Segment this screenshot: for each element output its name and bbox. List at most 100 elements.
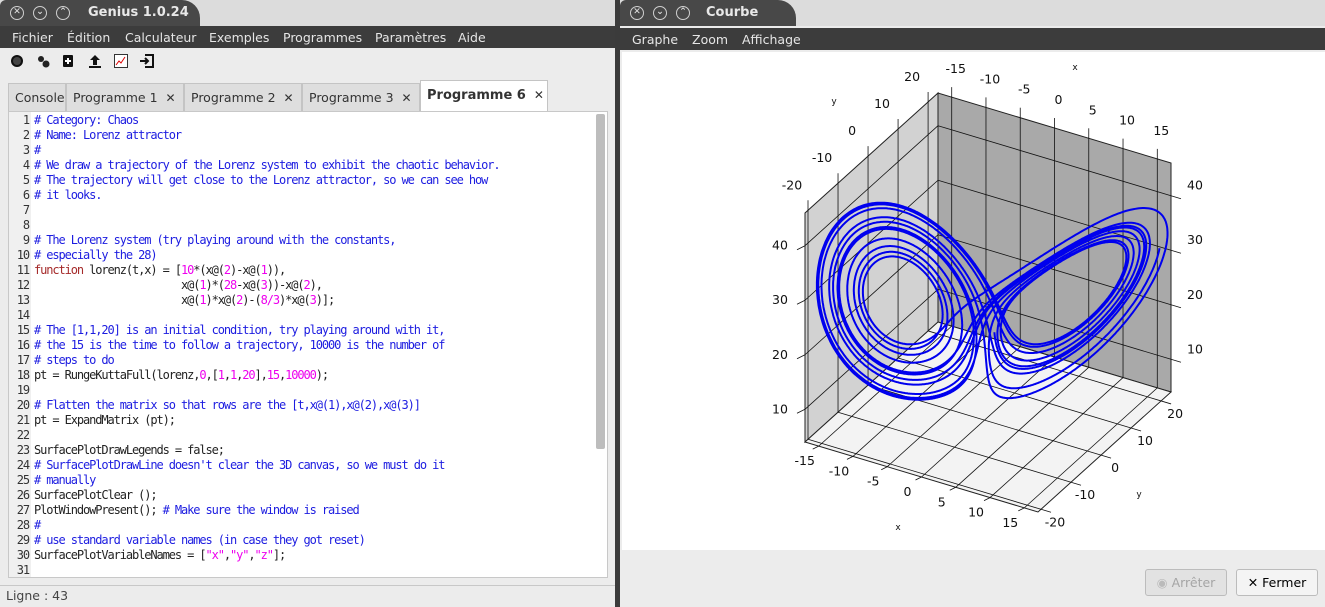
comment: # it looks. [34, 188, 102, 202]
z-tick-right [1170, 304, 1182, 309]
comment: # use standard variable names (in case t… [34, 533, 366, 547]
stop-button[interactable]: ◉ Arrêter [1145, 569, 1227, 596]
code-token: ); [315, 368, 329, 382]
menu-zoom[interactable]: Zoom [692, 32, 728, 47]
x-tick-label-top: -15 [945, 61, 965, 76]
keyword: function [34, 263, 84, 277]
y-tick-label-left: 20 [904, 69, 920, 84]
close-icon: ✕ [1247, 575, 1259, 590]
close-tab-icon[interactable]: ✕ [166, 91, 176, 105]
line-number: 27 [16, 503, 30, 517]
window-title: Courbe [706, 5, 759, 20]
minimize-window-icon[interactable]: ⌄ [33, 6, 47, 20]
tab-label: Console [15, 90, 65, 105]
menu-affichage[interactable]: Affichage [742, 32, 801, 47]
code-text: # We draw a trajectory of the Lorenz sys… [34, 158, 501, 173]
x-tick-label-top: -5 [1018, 82, 1030, 97]
code-text: SurfacePlotVariableNames = ["x","y","z"]… [34, 548, 286, 563]
code-text: # [34, 518, 41, 533]
x-tick-label-bottom: -10 [829, 463, 849, 478]
line-number: 23 [16, 443, 30, 457]
line-number: 9 [22, 233, 30, 247]
comment: # manually [34, 473, 96, 487]
lorenz-3d-plot[interactable]: -15 -15 -10 -10 -5 -5 0 0 5 5 10 10 15 15 -20 -20 -10 -10… [622, 52, 1325, 550]
string-literal: "y" [230, 548, 249, 562]
menu-calculateur[interactable]: Calculateur [125, 30, 196, 45]
line-number: 3 [22, 143, 30, 157]
y-tick-right [1160, 400, 1172, 405]
minimize-window-icon[interactable]: ⌄ [653, 6, 667, 20]
line-number: 21 [16, 413, 30, 427]
comment: # Category: Chaos [34, 113, 139, 127]
plot-icon[interactable] [113, 53, 129, 69]
menu-programmes[interactable]: Programmes [283, 30, 362, 45]
code-token: )*x@( [205, 293, 238, 307]
code-text: # the 15 is the time to follow a traject… [34, 338, 445, 353]
stop-icon[interactable] [9, 53, 25, 69]
comment: # especially the 28) [34, 248, 158, 262]
run-icon[interactable] [35, 53, 51, 69]
maximize-window-icon[interactable]: ⌃ [56, 6, 70, 20]
genius-main-window: ✕ ⌄ ⌃ Genius 1.0.24 Fichier Édition Calc… [0, 0, 615, 607]
maximize-window-icon[interactable]: ⌃ [676, 6, 690, 20]
y-tick-right [1070, 481, 1082, 486]
code-text: SurfacePlotDrawLegends = false; [34, 443, 225, 458]
z-tick-label-left: 20 [772, 347, 788, 362]
comment: # SurfacePlotDrawLine doesn't clear the … [34, 458, 445, 472]
code-text: # [34, 143, 41, 158]
tab-programme-3[interactable]: Programme 3 ✕ [302, 83, 420, 111]
tab-programme-1[interactable]: Programme 1 ✕ [66, 83, 184, 111]
x-tick-bottom [949, 486, 956, 491]
x-tick-label-bottom: 5 [938, 494, 946, 509]
number-literal: 8/3 [260, 293, 280, 307]
menu-fichier[interactable]: Fichier [12, 30, 53, 45]
code-editor[interactable]: 1 # Category: Chaos 2 # Name: Lorenz attrac… [8, 111, 608, 578]
y-tick-label-left: 10 [874, 96, 890, 111]
exit-icon[interactable] [139, 53, 155, 69]
tab-programme-6[interactable]: Programme 6 ✕ [420, 80, 548, 111]
close-window-icon[interactable]: ✕ [10, 6, 24, 20]
code-token: PlotWindowPresent(); [34, 503, 163, 517]
code-token: )]; [315, 293, 335, 307]
tab-console[interactable]: Console [8, 83, 66, 111]
menu-aide[interactable]: Aide [458, 30, 486, 45]
close-tab-icon[interactable]: ✕ [284, 91, 294, 105]
line-number: 30 [16, 548, 30, 562]
new-file-icon[interactable] [60, 53, 76, 69]
code-token: -x@( [236, 278, 262, 292]
x-axis-label-top: x [1072, 63, 1078, 73]
code-token: )*x@( [279, 293, 311, 307]
plot-area[interactable]: -15 -15 -10 -10 -5 -5 0 0 5 5 10 10 15 15 -20 -20 -10 -10… [622, 52, 1325, 550]
z-tick-label-left: 10 [772, 401, 788, 416]
z-tick-left [796, 408, 806, 414]
code-text: SurfacePlotClear (); [34, 488, 158, 503]
line-number: 18 [16, 368, 30, 382]
close-tab-icon[interactable]: ✕ [402, 91, 412, 105]
close-button[interactable]: ✕ Fermer [1236, 569, 1318, 596]
upload-icon[interactable] [87, 53, 103, 69]
plot-window: ✕ ⌄ ⌃ Courbe Graphe Zoom Affichage -15 -1… [620, 0, 1325, 607]
number-literal: 28 [223, 278, 237, 292]
code-text: # Category: Chaos [34, 113, 139, 128]
tab-programme-2[interactable]: Programme 2 ✕ [184, 83, 302, 111]
menu-graphe[interactable]: Graphe [632, 32, 678, 47]
menu-parametres[interactable]: Paramètres [375, 30, 446, 45]
code-text: function lorenz(t,x) = [10*(x@(2)-x@(1))… [34, 263, 286, 278]
comment: # The Lorenz system (try playing around … [34, 233, 396, 247]
close-tab-icon[interactable]: ✕ [534, 88, 544, 102]
line-number: 24 [16, 458, 30, 472]
close-label: Fermer [1262, 575, 1307, 590]
close-window-icon[interactable]: ✕ [630, 6, 644, 20]
vertical-scrollbar[interactable] [596, 114, 605, 449]
code-text: # The [1,1,20] is an initial condition, … [34, 323, 445, 338]
line-number: 31 [16, 563, 30, 577]
number-literal: 20 [242, 368, 255, 382]
line-number: 29 [16, 533, 30, 547]
line-number: 12 [16, 278, 30, 292]
menu-edition[interactable]: Édition [67, 30, 110, 45]
x-tick-label-top: 10 [1119, 113, 1135, 128]
x-tick-label-bottom: -5 [867, 474, 879, 489]
code-token: ), [309, 278, 323, 292]
menu-exemples[interactable]: Exemples [209, 30, 269, 45]
z-tick-right [1170, 358, 1182, 363]
